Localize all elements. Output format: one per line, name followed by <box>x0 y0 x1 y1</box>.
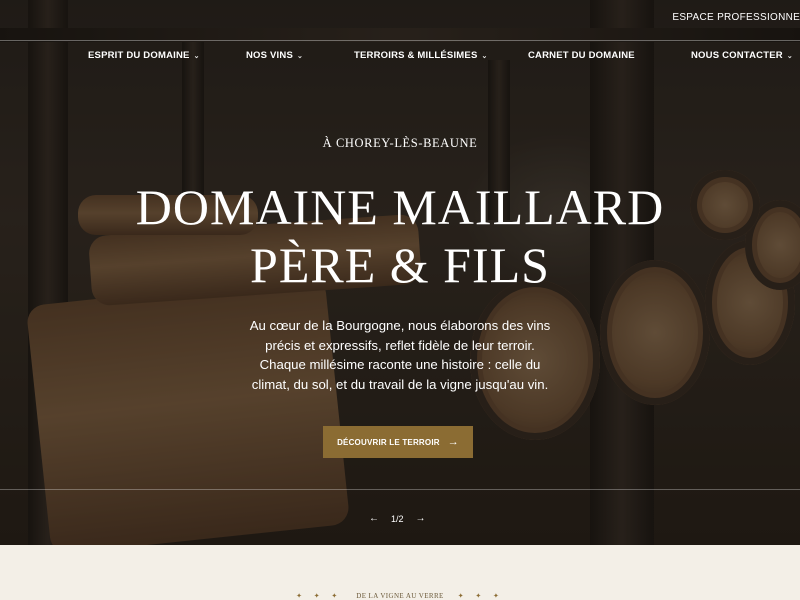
nav-terroirs-millesimes[interactable]: TERROIRS & MILLÉSIMES ⌄ <box>354 50 488 61</box>
slider-pager: ← 1/2 → <box>369 513 426 524</box>
arrow-right-icon[interactable]: → <box>416 513 426 524</box>
nav-label: NOS VINS <box>246 50 293 61</box>
main-nav: ESPRIT DU DOMAINE ⌄ NOS VINS ⌄ TERROIRS … <box>0 50 800 64</box>
cta-label: DÉCOUVRIR LE TERROIR <box>337 437 440 447</box>
header-divider <box>0 40 800 41</box>
nav-label: ESPRIT DU DOMAINE <box>88 50 190 61</box>
star-ornament-icon: ✦ ✦ ✦ <box>457 592 504 600</box>
arrow-right-icon: → <box>447 436 459 448</box>
slide-counter: 1/2 <box>391 513 404 524</box>
section-eyebrow-text: DE LA VIGNE AU VERRE <box>356 592 444 600</box>
hero-banner: ESPACE PROFESSIONNEL ESPRIT DU DOMAINE ⌄… <box>0 0 800 545</box>
espace-professionnel-link[interactable]: ESPACE PROFESSIONNEL <box>672 12 800 23</box>
section-eyebrow: ✦ ✦ ✦ DE LA VIGNE AU VERRE ✦ ✦ ✦ <box>0 592 800 600</box>
chevron-down-icon: ⌄ <box>193 52 200 60</box>
star-ornament-icon: ✦ ✦ ✦ <box>296 592 343 600</box>
hero-divider <box>0 489 800 490</box>
arrow-left-icon[interactable]: ← <box>369 513 379 524</box>
hero-title-line2: PÈRE & FILS <box>250 237 550 293</box>
decouvrir-terroir-button[interactable]: DÉCOUVRIR LE TERROIR → <box>323 426 473 458</box>
nav-esprit-du-domaine[interactable]: ESPRIT DU DOMAINE ⌄ <box>88 50 200 61</box>
nav-label: CARNET DU DOMAINE <box>528 50 635 61</box>
nav-nous-contacter[interactable]: NOUS CONTACTER ⌄ <box>691 50 793 61</box>
chevron-down-icon: ⌄ <box>786 52 793 60</box>
hero-title-line1: DOMAINE MAILLARD <box>135 179 665 235</box>
nav-carnet-du-domaine[interactable]: CARNET DU DOMAINE <box>528 50 635 61</box>
hero-lead: Au cœur de la Bourgogne, nous élaborons … <box>249 318 551 392</box>
chevron-down-icon: ⌄ <box>481 52 488 60</box>
chevron-down-icon: ⌄ <box>297 52 304 60</box>
nav-nos-vins[interactable]: NOS VINS ⌄ <box>246 50 303 61</box>
hero-kicker: À CHOREY-LÈS-BEAUNE <box>322 136 478 150</box>
nav-label: TERROIRS & MILLÉSIMES <box>354 50 478 61</box>
nav-label: NOUS CONTACTER <box>691 50 783 61</box>
